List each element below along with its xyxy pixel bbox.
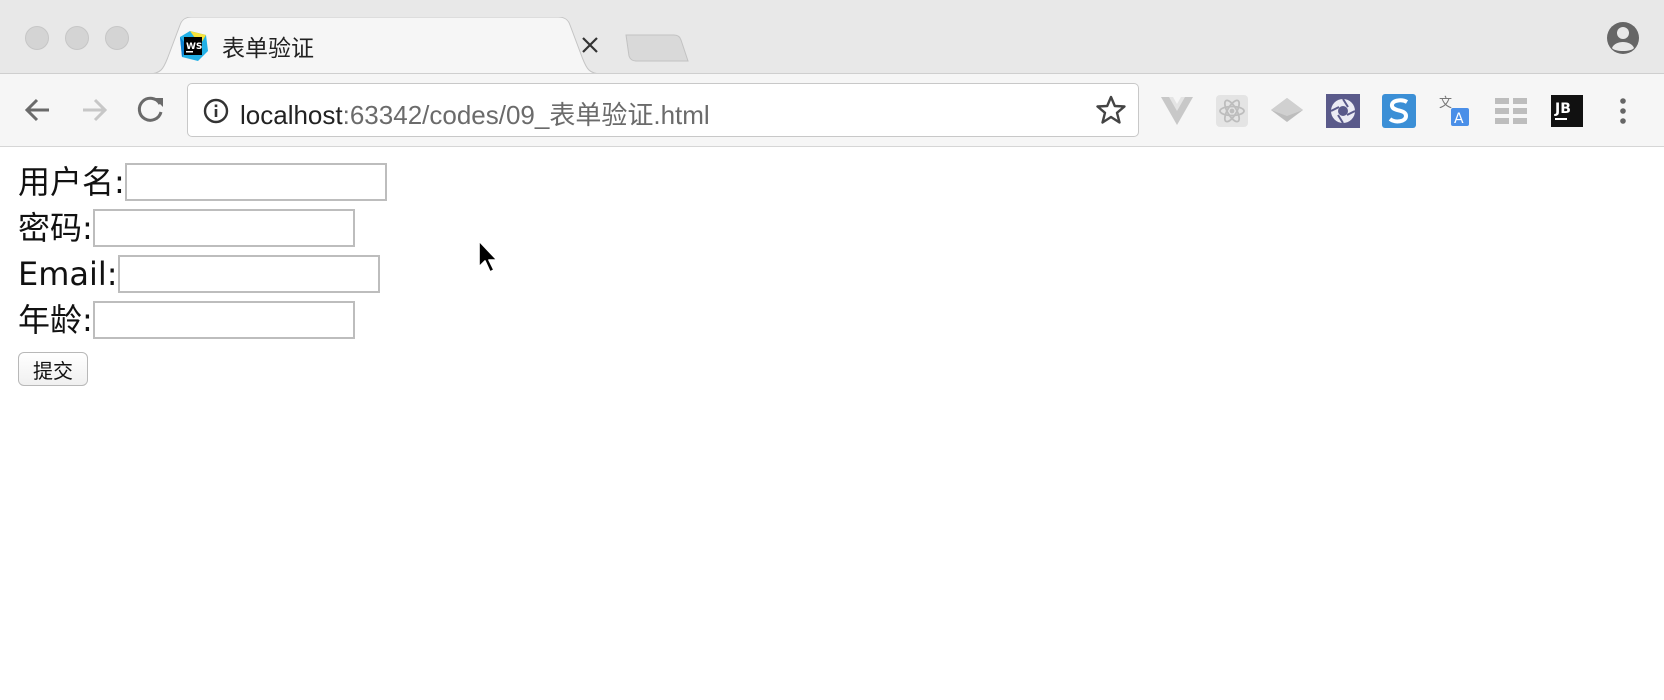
info-icon[interactable] (202, 97, 230, 125)
email-label: Email: (18, 255, 118, 293)
reload-icon[interactable] (132, 92, 168, 128)
age-input[interactable] (92, 301, 355, 339)
svg-text:A: A (1454, 111, 1464, 127)
email-input[interactable] (117, 255, 380, 293)
new-tab-button[interactable] (622, 33, 690, 63)
menu-dots-icon[interactable] (1604, 92, 1642, 130)
mouse-pointer-icon (477, 239, 501, 275)
page-content: 用户名: 密码: Email: 年龄: 提交 (0, 147, 1664, 700)
username-row: 用户名: (18, 159, 387, 205)
vue-devtools-icon[interactable] (1158, 92, 1196, 130)
jetbrains-icon[interactable]: JB (1548, 92, 1586, 130)
forward-arrow-icon[interactable] (76, 92, 112, 128)
password-input[interactable] (92, 209, 355, 247)
browser-window: WS 表单验证 localhost:63342/codes/09_表单验证.ht… (0, 0, 1664, 700)
svg-text:文: 文 (1439, 96, 1452, 111)
window-minimize-button[interactable] (65, 26, 89, 50)
tab-strip: WS 表单验证 (0, 0, 1664, 74)
username-input[interactable] (124, 163, 387, 201)
tab-close-icon[interactable] (576, 31, 604, 59)
url-host: localhost (240, 100, 343, 130)
tab-active[interactable]: WS 表单验证 (148, 17, 630, 74)
age-row: 年龄: (18, 297, 387, 343)
ws-logo-text: WS (186, 42, 202, 52)
profile-icon[interactable] (1605, 20, 1641, 56)
aperture-icon[interactable] (1324, 92, 1362, 130)
url-path: :63342/codes/09_表单验证.html (342, 100, 710, 130)
email-row: Email: (18, 251, 387, 297)
address-bar[interactable]: localhost:63342/codes/09_表单验证.html (187, 83, 1139, 137)
tab-title: 表单验证 (222, 36, 314, 62)
s-extension-icon[interactable] (1380, 92, 1418, 130)
layers-icon[interactable] (1268, 92, 1306, 130)
age-label: 年龄: (18, 301, 93, 339)
translate-icon[interactable]: 文 A (1436, 92, 1474, 130)
password-label: 密码: (18, 209, 93, 247)
submit-button[interactable]: 提交 (18, 352, 88, 386)
jb-logo-text: JB (1554, 101, 1571, 117)
username-label: 用户名: (18, 163, 125, 201)
url-text[interactable]: localhost:63342/codes/09_表单验证.html (240, 95, 710, 132)
webstorm-icon: WS (178, 31, 208, 61)
grid-extension-icon[interactable] (1492, 92, 1530, 130)
react-devtools-icon[interactable] (1213, 92, 1251, 130)
toolbar: localhost:63342/codes/09_表单验证.html 文 A J… (0, 73, 1664, 147)
validation-form: 用户名: 密码: Email: 年龄: 提交 (18, 159, 387, 386)
back-arrow-icon[interactable] (20, 92, 56, 128)
bookmark-star-icon[interactable] (1096, 95, 1126, 125)
password-row: 密码: (18, 205, 387, 251)
window-close-button[interactable] (25, 26, 49, 50)
window-maximize-button[interactable] (105, 26, 129, 50)
